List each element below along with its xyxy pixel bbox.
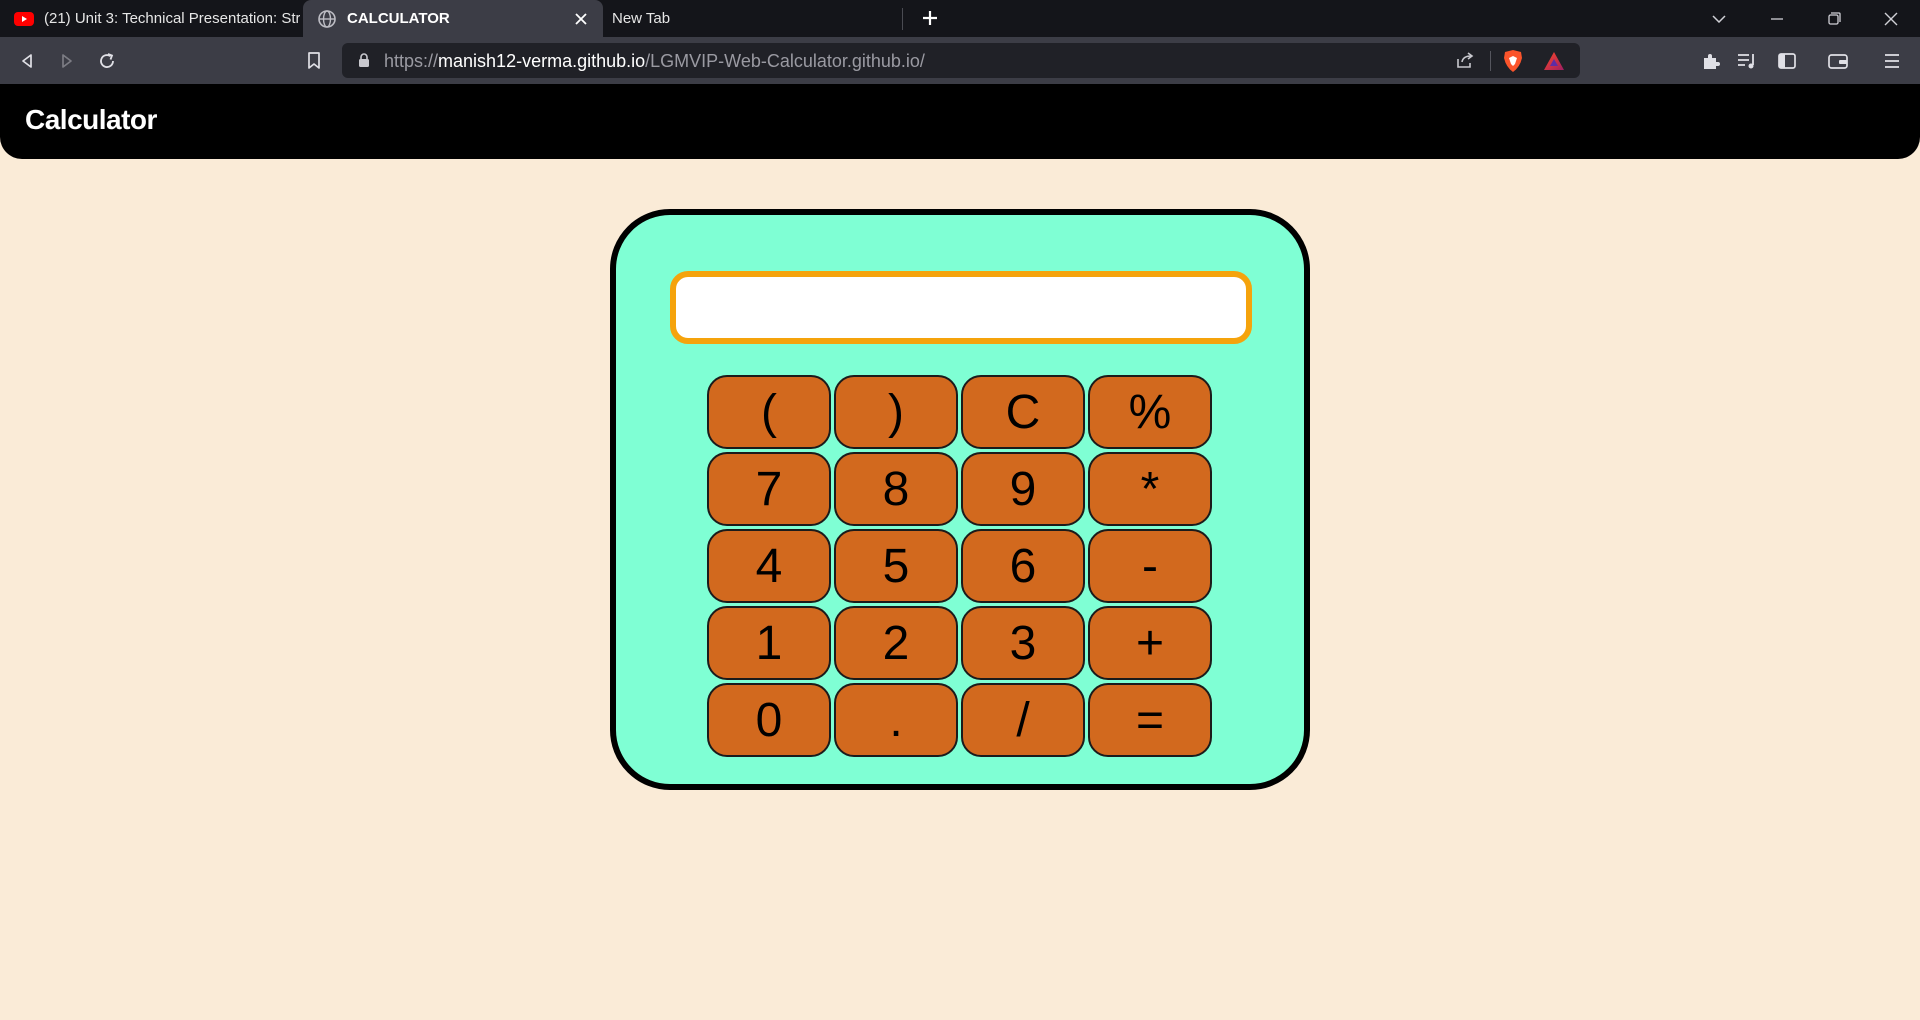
tab-youtube[interactable]: (21) Unit 3: Technical Presentation: Str…	[0, 0, 300, 37]
close-icon	[1884, 12, 1898, 25]
tab-title: New Tab	[612, 10, 671, 27]
tab-new-tab[interactable]: New Tab	[603, 0, 903, 37]
share-icon[interactable]	[1455, 51, 1475, 74]
back-button[interactable]	[11, 45, 43, 77]
close-tab-icon[interactable]	[569, 7, 593, 31]
keypad: ( ) C % 7 8 9 * 4 5 6 - 1 2 3 + 0 . / =	[707, 375, 1215, 757]
plus-icon	[923, 11, 937, 25]
tab-title: (21) Unit 3: Technical Presentation: Str…	[44, 10, 300, 27]
reload-icon	[100, 53, 114, 68]
lock-icon[interactable]	[358, 53, 370, 72]
key-3[interactable]: 3	[961, 606, 1085, 680]
forward-arrow-icon	[62, 54, 72, 68]
minimize-icon	[1771, 17, 1783, 20]
tab-title: CALCULATOR	[347, 10, 450, 27]
calculator-body: ( ) C % 7 8 9 * 4 5 6 - 1 2 3 + 0 . / =	[610, 209, 1310, 790]
url-path: /LGMVIP-Web-Calculator.github.io/	[645, 51, 925, 71]
extensions-button[interactable]	[1695, 45, 1727, 77]
chevron-down-icon	[1712, 14, 1726, 23]
key-divide[interactable]: /	[961, 683, 1085, 757]
tab-search-button[interactable]	[1694, 0, 1744, 37]
key-percent[interactable]: %	[1088, 375, 1212, 449]
key-7[interactable]: 7	[707, 452, 831, 526]
key-multiply[interactable]: *	[1088, 452, 1212, 526]
restore-button[interactable]	[1809, 0, 1859, 37]
menu-button[interactable]	[1876, 45, 1908, 77]
key-subtract[interactable]: -	[1088, 529, 1212, 603]
key-decimal[interactable]: .	[834, 683, 958, 757]
key-1[interactable]: 1	[707, 606, 831, 680]
calculator-display[interactable]	[670, 271, 1252, 344]
key-2[interactable]: 2	[834, 606, 958, 680]
key-4[interactable]: 4	[707, 529, 831, 603]
media-playlist-button[interactable]	[1731, 45, 1763, 77]
url-host: manish12-verma.github.io	[438, 51, 646, 71]
back-arrow-icon	[22, 54, 32, 68]
new-tab-button[interactable]	[916, 4, 944, 32]
page-title: Calculator	[25, 104, 157, 135]
minimize-button[interactable]	[1752, 0, 1802, 37]
tab-calculator[interactable]: CALCULATOR	[303, 0, 603, 37]
bookmark-icon	[308, 52, 320, 69]
globe-icon	[317, 9, 337, 29]
puzzle-icon	[1704, 54, 1720, 69]
hamburger-menu-icon	[1885, 54, 1899, 68]
url-text[interactable]: https://manish12-verma.github.io/LGMVIP-…	[384, 51, 925, 72]
key-9[interactable]: 9	[961, 452, 1085, 526]
tab-strip: (21) Unit 3: Technical Presentation: Str…	[0, 0, 1920, 37]
playlist-icon	[1738, 54, 1754, 69]
key-8[interactable]: 8	[834, 452, 958, 526]
key-close-paren[interactable]: )	[834, 375, 958, 449]
sidebar-icon	[1778, 53, 1796, 69]
key-add[interactable]: +	[1088, 606, 1212, 680]
address-bar[interactable]: https://manish12-verma.github.io/LGMVIP-…	[342, 43, 1580, 78]
forward-button[interactable]	[51, 45, 83, 77]
wallet-button[interactable]	[1822, 45, 1854, 77]
key-open-paren[interactable]: (	[707, 375, 831, 449]
tab-divider	[902, 8, 903, 30]
key-5[interactable]: 5	[834, 529, 958, 603]
wallet-icon	[1828, 54, 1848, 69]
url-divider	[1490, 51, 1491, 71]
key-6[interactable]: 6	[961, 529, 1085, 603]
key-0[interactable]: 0	[707, 683, 831, 757]
key-equals[interactable]: =	[1088, 683, 1212, 757]
close-window-button[interactable]	[1866, 0, 1916, 37]
url-scheme: https://	[384, 51, 439, 71]
youtube-icon	[14, 9, 34, 29]
reload-button[interactable]	[91, 45, 123, 77]
key-clear[interactable]: C	[961, 375, 1085, 449]
bookmark-button[interactable]	[298, 45, 330, 77]
brave-shields-icon[interactable]	[1502, 49, 1524, 78]
page-header: Calculator	[0, 84, 1920, 159]
brave-rewards-icon[interactable]	[1543, 51, 1565, 76]
restore-icon	[1827, 12, 1841, 25]
sidebar-button[interactable]	[1771, 45, 1803, 77]
